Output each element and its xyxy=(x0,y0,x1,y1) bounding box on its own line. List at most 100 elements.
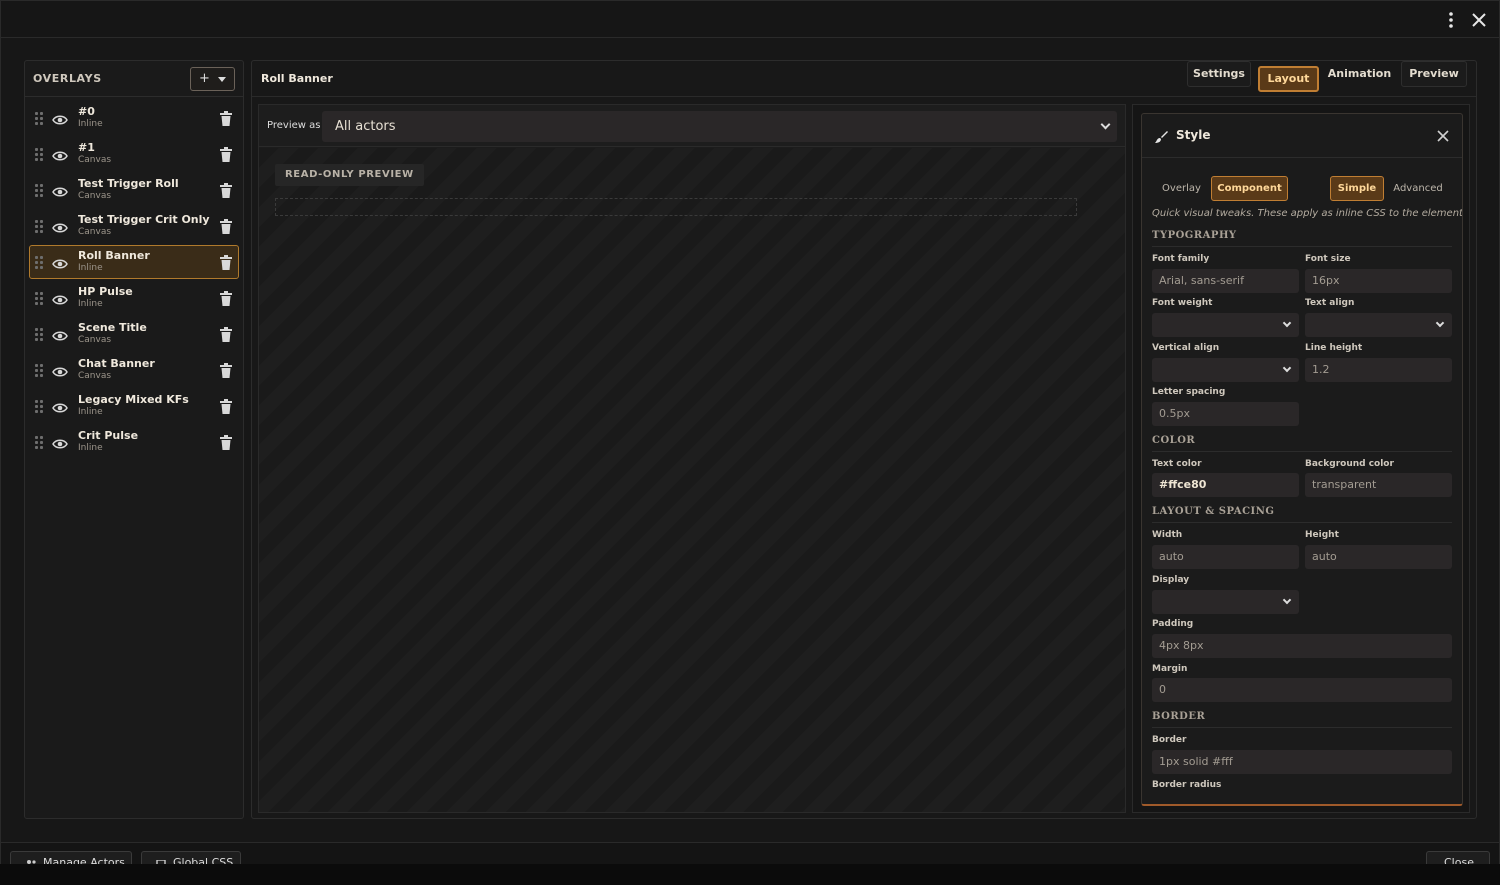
tab-animation[interactable]: Animation xyxy=(1325,61,1394,87)
eye-icon[interactable] xyxy=(52,436,68,450)
overlay-list-item[interactable]: HP Pulse Inline xyxy=(29,281,239,315)
overlay-list: #0 Inline #1 Canvas Test Trigger Roll Canvas T… xyxy=(29,101,239,461)
text-align-label: Text align xyxy=(1305,298,1355,308)
overlay-list-item[interactable]: Test Trigger Roll Canvas xyxy=(29,173,239,207)
overlay-list-item[interactable]: Test Trigger Crit Only Canvas xyxy=(29,209,239,243)
tab-settings[interactable]: Settings xyxy=(1187,61,1251,87)
section-color: COLOR xyxy=(1152,435,1452,452)
preview-panel: Preview as All actors READ-ONLY PREVIEW xyxy=(258,104,1126,813)
target-tab-component[interactable]: Component xyxy=(1211,176,1288,201)
overlay-type: Inline xyxy=(78,263,103,273)
background-color-input[interactable]: transparent xyxy=(1305,473,1452,497)
manage-actors-button[interactable]: Manage Actors xyxy=(10,851,132,864)
font-size-label: Font size xyxy=(1305,254,1351,264)
overlay-list-item[interactable]: Chat Banner Canvas xyxy=(29,353,239,387)
trash-icon[interactable] xyxy=(220,147,232,162)
close-button[interactable]: Close xyxy=(1426,851,1490,864)
close-icon[interactable] xyxy=(1467,8,1491,32)
preview-actor-select[interactable]: All actors xyxy=(322,111,1117,142)
eye-icon[interactable] xyxy=(52,148,68,162)
mode-tab-simple[interactable]: Simple xyxy=(1330,176,1384,201)
preview-as-label: Preview as xyxy=(267,120,321,131)
overlay-name: Chat Banner xyxy=(78,357,155,370)
eye-icon[interactable] xyxy=(52,220,68,234)
style-hint: Quick visual tweaks. These apply as inli… xyxy=(1152,208,1463,219)
eye-icon[interactable] xyxy=(52,112,68,126)
eye-icon[interactable] xyxy=(52,256,68,270)
trash-icon[interactable] xyxy=(220,183,232,198)
overlay-list-item[interactable]: #1 Canvas xyxy=(29,137,239,171)
style-panel-header: Style xyxy=(1142,114,1462,158)
overlay-list-item[interactable]: Legacy Mixed KFs Inline xyxy=(29,389,239,423)
display-select[interactable] xyxy=(1152,590,1299,614)
height-label: Height xyxy=(1305,530,1339,540)
trash-icon[interactable] xyxy=(220,327,232,342)
tab-preview[interactable]: Preview xyxy=(1401,61,1467,87)
drag-handle-icon[interactable] xyxy=(35,184,43,198)
line-height-input[interactable]: 1.2 xyxy=(1305,358,1452,382)
paint-brush-icon xyxy=(1154,129,1168,143)
vertical-align-select[interactable] xyxy=(1152,358,1299,382)
text-color-input[interactable]: #ffce80 xyxy=(1152,473,1299,497)
drag-handle-icon[interactable] xyxy=(35,400,43,414)
trash-icon[interactable] xyxy=(220,111,232,126)
height-input[interactable]: auto xyxy=(1305,545,1452,569)
drag-handle-icon[interactable] xyxy=(35,148,43,162)
tab-layout[interactable]: Layout xyxy=(1258,66,1319,92)
overlays-sidebar: OVERLAYS + #0 Inline #1 Canvas Test Trigger … xyxy=(24,60,244,819)
margin-input[interactable]: 0 xyxy=(1152,678,1452,702)
drag-handle-icon[interactable] xyxy=(35,256,43,270)
trash-icon[interactable] xyxy=(220,399,232,414)
add-overlay-button[interactable]: + xyxy=(190,67,235,91)
page-title: Roll Banner xyxy=(261,72,333,85)
global-css-button[interactable]: Global CSS xyxy=(141,851,241,864)
manage-actors-label: Manage Actors xyxy=(43,856,125,864)
drag-handle-icon[interactable] xyxy=(35,292,43,306)
font-size-input[interactable]: 16px xyxy=(1305,269,1452,293)
drag-handle-icon[interactable] xyxy=(35,220,43,234)
trash-icon[interactable] xyxy=(220,291,232,306)
vertical-dots-icon[interactable] xyxy=(1439,8,1463,32)
overlay-name: Scene Title xyxy=(78,321,147,334)
drag-handle-icon[interactable] xyxy=(35,112,43,126)
drag-handle-icon[interactable] xyxy=(35,364,43,378)
drag-handle-icon[interactable] xyxy=(35,328,43,342)
eye-icon[interactable] xyxy=(52,184,68,198)
main-header: Roll Banner Settings Layout Animation Pr… xyxy=(252,61,1476,97)
overlay-list-item[interactable]: Crit Pulse Inline xyxy=(29,425,239,459)
overlay-type: Canvas xyxy=(78,227,112,237)
overlay-list-item[interactable]: Scene Title Canvas xyxy=(29,317,239,351)
style-panel-title: Style xyxy=(1176,128,1211,142)
section-layout-spacing: LAYOUT & SPACING xyxy=(1152,506,1452,523)
overlay-list-item[interactable]: #0 Inline xyxy=(29,101,239,135)
font-weight-label: Font weight xyxy=(1152,298,1213,308)
trash-icon[interactable] xyxy=(220,255,232,270)
drag-handle-icon[interactable] xyxy=(35,436,43,450)
overlay-list-item[interactable]: Roll Banner Inline xyxy=(29,245,239,279)
trash-icon[interactable] xyxy=(220,219,232,234)
text-color-label: Text color xyxy=(1152,459,1202,469)
border-label: Border xyxy=(1152,735,1187,745)
font-family-input[interactable]: Arial, sans-serif xyxy=(1152,269,1299,293)
border-radius-label: Border radius xyxy=(1152,780,1222,790)
font-family-label: Font family xyxy=(1152,254,1210,264)
font-weight-select[interactable] xyxy=(1152,313,1299,337)
mode-tab-advanced[interactable]: Advanced xyxy=(1387,176,1449,201)
overlay-type: Inline xyxy=(78,299,103,309)
padding-input[interactable]: 4px 8px xyxy=(1152,634,1452,658)
text-align-select[interactable] xyxy=(1305,313,1452,337)
letter-spacing-label: Letter spacing xyxy=(1152,387,1226,397)
section-border: BORDER xyxy=(1152,711,1452,728)
eye-icon[interactable] xyxy=(52,292,68,306)
border-input[interactable]: 1px solid #fff xyxy=(1152,750,1452,774)
eye-icon[interactable] xyxy=(52,364,68,378)
close-style-icon[interactable] xyxy=(1433,125,1453,147)
chevron-down-icon xyxy=(1282,363,1292,373)
trash-icon[interactable] xyxy=(220,363,232,378)
width-input[interactable]: auto xyxy=(1152,545,1299,569)
eye-icon[interactable] xyxy=(52,400,68,414)
target-tab-overlay[interactable]: Overlay xyxy=(1153,176,1210,201)
trash-icon[interactable] xyxy=(220,435,232,450)
eye-icon[interactable] xyxy=(52,328,68,342)
letter-spacing-input[interactable]: 0.5px xyxy=(1152,402,1299,426)
